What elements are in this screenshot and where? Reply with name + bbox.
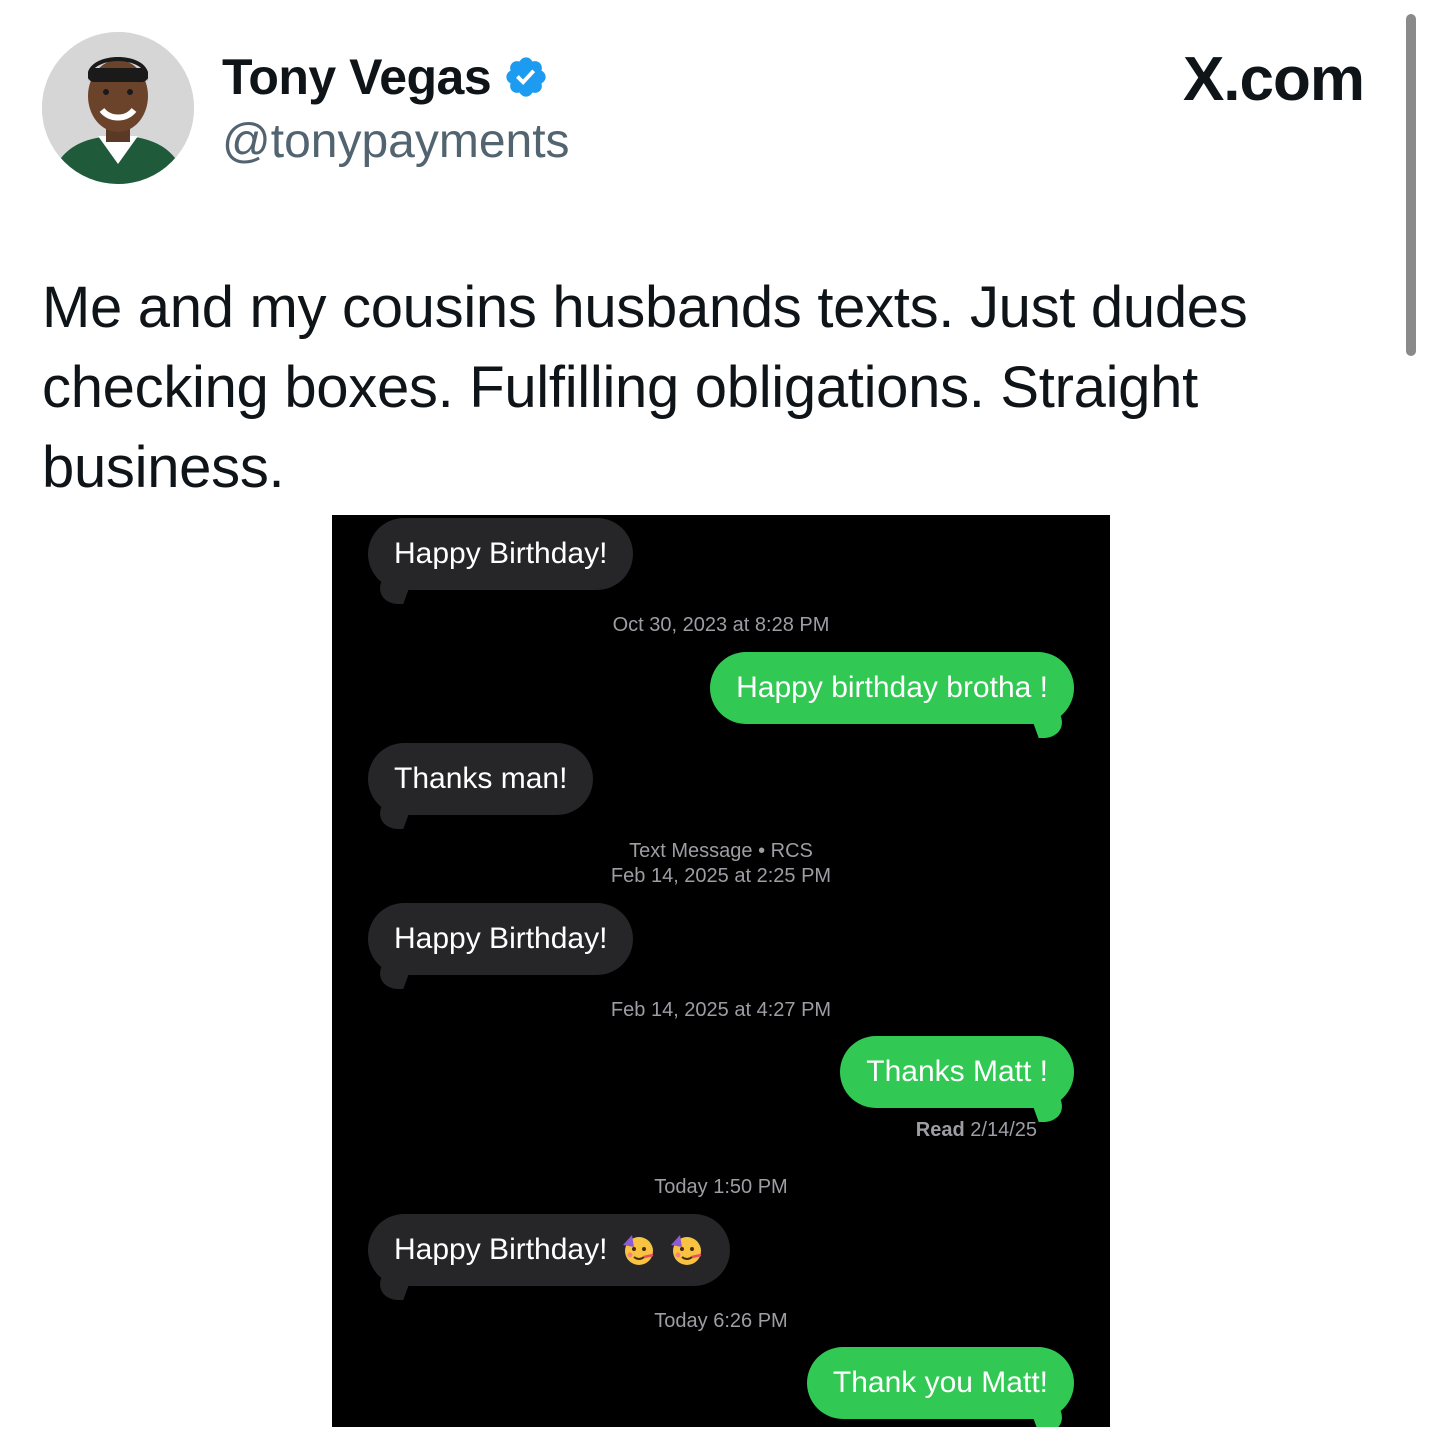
message-bubble-incoming: Thanks man! bbox=[368, 743, 594, 815]
message-bubble-incoming: Happy Birthday! bbox=[368, 903, 634, 975]
message-bubble-incoming: Happy Birthday! bbox=[368, 1214, 731, 1286]
message-timestamp: Today 1:50 PM bbox=[654, 1176, 788, 1198]
scrollbar[interactable] bbox=[1406, 14, 1416, 356]
display-name[interactable]: Tony Vegas bbox=[222, 48, 492, 106]
tweet-header: Tony Vegas @tonypayments X.com bbox=[0, 0, 1440, 356]
read-label: Read bbox=[915, 1119, 965, 1141]
message-bubble-outgoing: Happy birthday brotha ! bbox=[710, 652, 1074, 724]
verified-badge-icon bbox=[506, 57, 546, 97]
brand-logo: X.com bbox=[1182, 45, 1365, 114]
avatar[interactable] bbox=[42, 32, 194, 184]
message-timestamp: Oct 30, 2023 at 8:28 PM bbox=[612, 614, 830, 636]
message-timestamp: Today 6:26 PM bbox=[654, 1310, 788, 1332]
tweet-text: Me and my cousins husbands texts. Just d… bbox=[42, 275, 1248, 500]
handle[interactable]: @tonypayments bbox=[222, 114, 570, 169]
message-service-label: Text Message • RCS bbox=[629, 840, 813, 862]
message-timestamp: Feb 14, 2025 at 2:25 PM bbox=[610, 865, 832, 887]
message-text: Happy Birthday! bbox=[394, 1233, 608, 1266]
name-row: Tony Vegas bbox=[222, 48, 549, 106]
message-bubble-outgoing: Thanks Matt ! bbox=[840, 1036, 1074, 1108]
tweet-media-screenshot[interactable]: Happy Birthday! Oct 30, 2023 at 8:28 PM … bbox=[332, 515, 1110, 1427]
message-bubble-incoming: Happy Birthday! bbox=[368, 518, 634, 590]
message-bubble-outgoing: Thank you Matt! bbox=[806, 1347, 1074, 1419]
partying-face-icon bbox=[671, 1235, 702, 1266]
read-date: 2/14/25 bbox=[970, 1119, 1037, 1141]
read-receipt: Read 2/14/25 bbox=[916, 1119, 1037, 1142]
partying-face-icon bbox=[622, 1235, 654, 1266]
message-timestamp: Feb 14, 2025 at 4:27 PM bbox=[610, 999, 832, 1021]
